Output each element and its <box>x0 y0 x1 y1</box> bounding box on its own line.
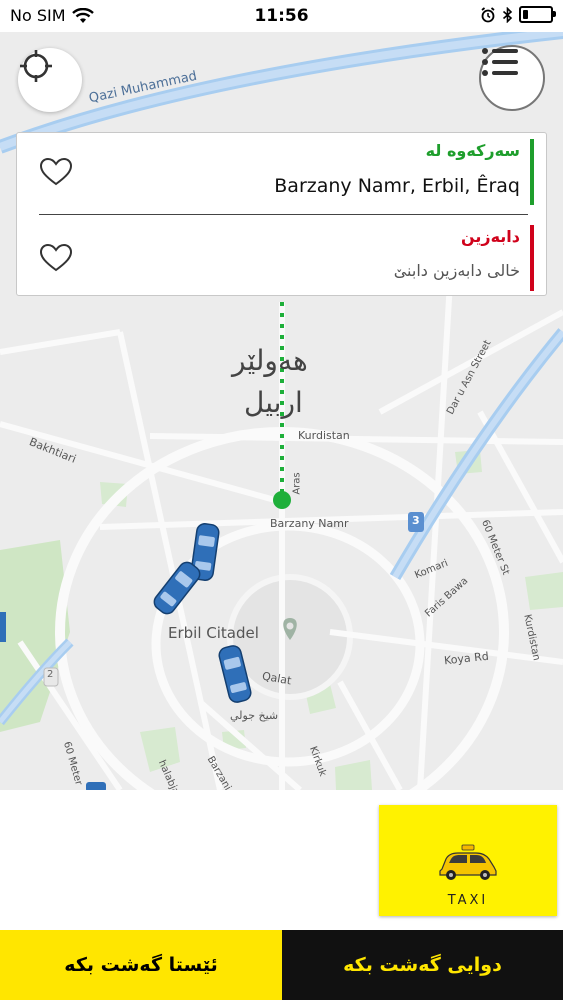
locate-me-button[interactable] <box>18 48 82 112</box>
bluetooth-icon <box>502 6 513 23</box>
route-shield-2: 2 <box>47 669 54 680</box>
street-label-aras: Aras <box>291 472 303 495</box>
alarm-icon <box>481 6 495 22</box>
crosshair-icon <box>20 50 52 82</box>
battery-icon <box>519 6 556 23</box>
dropoff-title: دابەزین <box>460 227 520 246</box>
favorite-dropoff-heart-icon[interactable] <box>39 243 73 273</box>
city-label-ar: اربیل <box>244 386 303 419</box>
status-right <box>480 6 556 23</box>
taxi-option-button[interactable]: TAXI <box>379 805 557 916</box>
status-bar: No SIM 11:56 <box>0 0 563 32</box>
route-divider <box>39 214 528 215</box>
pickup-indicator-bar <box>530 139 534 205</box>
pickup-row[interactable]: سەرکەوە لە Barzany Namr, Erbil, Êraq <box>17 133 546 213</box>
menu-button[interactable] <box>479 45 545 111</box>
status-time: 11:56 <box>254 6 309 26</box>
ride-now-button[interactable]: ئێستا گەشت بکە <box>0 930 282 1000</box>
route-card: سەرکەوە لە Barzany Namr, Erbil, Êraq داب… <box>16 132 547 296</box>
street-label-sheikh: شیخ جولي <box>230 709 279 722</box>
street-label-kurdistan: Kurdistan <box>298 429 350 442</box>
taxi-car-icon <box>439 844 497 880</box>
city-label-ku: هەولێر <box>232 344 308 377</box>
taxi-car-2 <box>153 561 201 615</box>
list-menu-icon <box>482 48 518 76</box>
dropoff-row[interactable]: دابەزین خالی دابەزین دابنێ <box>17 221 546 295</box>
ride-later-button[interactable]: دوایی گەشت بکە <box>282 930 563 1000</box>
dropoff-placeholder[interactable]: خالی دابەزین دابنێ <box>394 261 520 280</box>
favorite-pickup-heart-icon[interactable] <box>39 157 73 187</box>
pickup-title: سەرکەوە لە <box>425 141 520 160</box>
citadel-label: Erbil Citadel <box>168 624 259 642</box>
route-shield-3: 3 <box>412 514 420 527</box>
pickup-address[interactable]: Barzany Namr, Erbil, Êraq <box>274 175 520 197</box>
taxi-label: TAXI <box>447 893 489 908</box>
dropoff-indicator-bar <box>530 225 534 291</box>
street-label-barzany: Barzany Namr <box>270 517 349 530</box>
